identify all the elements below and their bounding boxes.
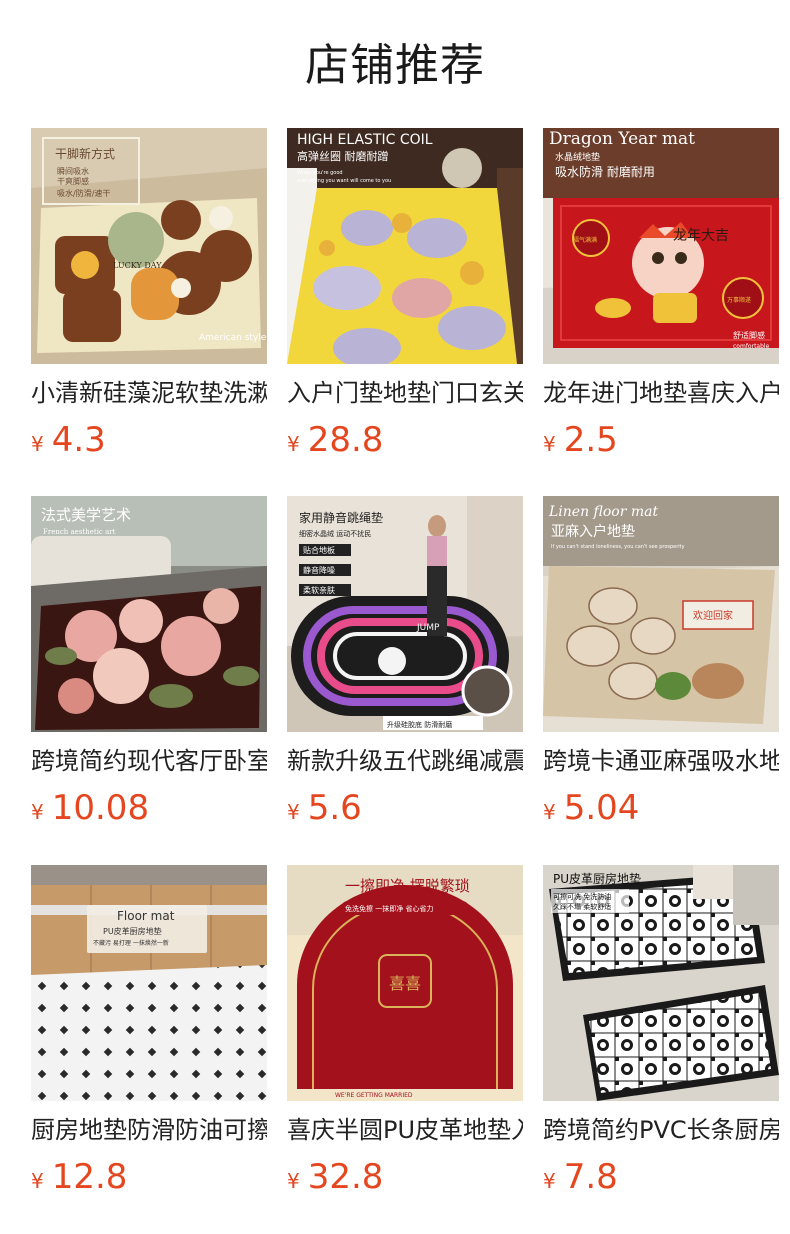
product-image[interactable]: PU皮革厨房地垫 可擦可洗 免洗防油 久踩不塌 柔软舒适 <box>543 865 779 1101</box>
image-text: Floor mat <box>117 909 175 923</box>
image-text: 柔软亲肤 <box>303 585 335 595</box>
image-text: 干脚新方式 <box>55 146 115 161</box>
price-value: 4.3 <box>51 420 106 460</box>
product-image[interactable]: Linen floor mat 亚麻入户地垫 If you can't stan… <box>543 496 779 732</box>
image-text: JUMP <box>416 623 440 633</box>
product-image[interactable]: 法式美学艺术 French aesthetic art <box>31 496 267 732</box>
image-text: French aesthetic art <box>43 528 116 536</box>
image-text: 吸水防滑 耐磨耐用 <box>555 164 655 179</box>
product-name[interactable]: 厨房地垫防滑防油可擦免洗 <box>31 1113 267 1147</box>
product-image[interactable]: 家用静音跳绳垫 细密水晶绒 运动不扰民 贴合地板 静音降噪 柔软亲肤 JUMP … <box>287 496 523 732</box>
image-text: 升级硅胶底 防滑耐磨 <box>387 720 452 729</box>
product-price: ¥2.5 <box>543 418 618 462</box>
product-card[interactable]: 家用静音跳绳垫 细密水晶绒 运动不扰民 贴合地板 静音降噪 柔软亲肤 JUMP … <box>287 496 523 836</box>
currency-symbol: ¥ <box>543 1169 556 1193</box>
price-value: 32.8 <box>307 1157 384 1197</box>
price-value: 7.8 <box>563 1157 618 1197</box>
currency-symbol: ¥ <box>287 432 300 456</box>
product-price: ¥32.8 <box>287 1155 383 1199</box>
image-text: When you're good <box>297 170 343 176</box>
image-text: HIGH ELASTIC COIL <box>297 132 433 148</box>
image-text: 吸水/防滑/速干 <box>57 188 110 198</box>
image-text: 法式美学艺术 <box>41 506 131 524</box>
product-card[interactable]: Floor mat PU皮革厨房地垫 不藏污 易打理 一抹焕然一新 厨房地垫防滑… <box>31 865 267 1205</box>
product-card[interactable]: PU皮革厨房地垫 可擦可洗 免洗防油 久踩不塌 柔软舒适 跨境简约PVC长条厨房… <box>543 865 779 1205</box>
image-text: 细密水晶绒 运动不扰民 <box>299 529 371 538</box>
image-text: PU皮革厨房地垫 <box>553 871 641 886</box>
price-value: 5.6 <box>307 788 362 828</box>
currency-symbol: ¥ <box>31 800 44 824</box>
currency-symbol: ¥ <box>543 432 556 456</box>
product-price: ¥5.6 <box>287 786 362 830</box>
currency-symbol: ¥ <box>287 800 300 824</box>
image-text: 免洗免擦 一抹即净 省心省力 <box>345 904 433 913</box>
product-name[interactable]: 新款升级五代跳绳减震垫 <box>287 744 523 778</box>
price-value: 2.5 <box>563 420 618 460</box>
product-name[interactable]: 喜庆半圆PU皮革地垫入户 <box>287 1113 523 1147</box>
image-text: Linen floor mat <box>548 504 659 520</box>
image-text: 瞬间吸水 <box>57 166 89 176</box>
image-text: PU皮革厨房地垫 <box>103 926 162 936</box>
product-name[interactable]: 龙年进门地垫喜庆入户门垫 <box>543 376 779 410</box>
product-price: ¥10.08 <box>31 786 149 830</box>
product-price: ¥28.8 <box>287 418 383 462</box>
product-card[interactable]: Linen floor mat 亚麻入户地垫 If you can't stan… <box>543 496 779 836</box>
product-price: ¥5.04 <box>543 786 639 830</box>
price-value: 28.8 <box>307 420 384 460</box>
image-text: 龙年大吉 <box>673 228 729 244</box>
product-image[interactable]: 一擦即净 摆脱繁琐 免洗免擦 一抹即净 省心省力 喜喜 WE'RE GETTIN… <box>287 865 523 1101</box>
image-text: 家用静音跳绳垫 <box>299 510 383 525</box>
price-value: 12.8 <box>51 1157 128 1197</box>
product-image[interactable]: HIGH ELASTIC COIL 高弹丝圈 耐磨耐蹭 When you're … <box>287 128 523 364</box>
image-text: 亚麻入户地垫 <box>551 523 635 540</box>
image-text: WE'RE GETTING MARRIED <box>335 1092 413 1099</box>
currency-symbol: ¥ <box>31 432 44 456</box>
product-card[interactable]: 一擦即净 摆脱繁琐 免洗免擦 一抹即净 省心省力 喜喜 WE'RE GETTIN… <box>287 865 523 1205</box>
product-image[interactable]: Floor mat PU皮革厨房地垫 不藏污 易打理 一抹焕然一新 <box>31 865 267 1101</box>
product-price: ¥7.8 <box>543 1155 618 1199</box>
currency-symbol: ¥ <box>287 1169 300 1193</box>
image-text: 水晶绒地垫 <box>555 151 600 163</box>
product-name[interactable]: 入户门垫地垫门口玄关地毯 <box>287 376 523 410</box>
image-text: 久踩不塌 柔软舒适 <box>553 902 611 911</box>
image-text: LUCKY DAY <box>113 261 162 270</box>
product-name[interactable]: 小清新硅藻泥软垫洗漱台防水垫 <box>31 376 267 410</box>
image-text: 万事顺遂 <box>727 296 751 304</box>
product-price: ¥4.3 <box>31 418 106 462</box>
currency-symbol: ¥ <box>31 1169 44 1193</box>
image-text: American style <box>199 333 267 343</box>
product-card[interactable]: 干脚新方式 瞬间吸水 干爽脚感 吸水/防滑/速干 LUCKY DAY Ameri… <box>31 128 267 468</box>
image-text: 欢迎回家 <box>693 609 733 622</box>
image-text: 福气满满 <box>573 236 597 244</box>
product-card[interactable]: 法式美学艺术 French aesthetic art 跨境简约现代客厅卧室地毯… <box>31 496 267 836</box>
price-value: 10.08 <box>51 788 150 828</box>
product-name[interactable]: 跨境卡通亚麻强吸水地垫 <box>543 744 779 778</box>
image-text: comfortable <box>733 343 770 350</box>
product-name[interactable]: 跨境简约现代客厅卧室地毯 <box>31 744 267 778</box>
image-text: 高弹丝圈 耐磨耐蹭 <box>297 149 389 163</box>
image-text: 喜喜 <box>389 974 421 993</box>
image-text: 干爽脚感 <box>57 176 89 186</box>
image-text: 一擦即净 摆脱繁琐 <box>345 877 470 895</box>
product-image[interactable]: Dragon Year mat 水晶绒地垫 吸水防滑 耐磨耐用 龙年大吉 福气满… <box>543 128 779 364</box>
currency-symbol: ¥ <box>543 800 556 824</box>
image-text: 可擦可洗 免洗防油 <box>553 892 611 901</box>
product-card[interactable]: HIGH ELASTIC COIL 高弹丝圈 耐磨耐蹭 When you're … <box>287 128 523 468</box>
product-grid: 干脚新方式 瞬间吸水 干爽脚感 吸水/防滑/速干 LUCKY DAY Ameri… <box>0 0 790 1234</box>
image-text: 贴合地板 <box>303 545 335 555</box>
product-price: ¥12.8 <box>31 1155 127 1199</box>
image-text: Dragon Year mat <box>549 129 695 149</box>
product-image[interactable]: 干脚新方式 瞬间吸水 干爽脚感 吸水/防滑/速干 LUCKY DAY Ameri… <box>31 128 267 364</box>
product-name[interactable]: 跨境简约PVC长条厨房地垫 <box>543 1113 779 1147</box>
image-text: 静音降噪 <box>303 565 335 575</box>
product-card[interactable]: Dragon Year mat 水晶绒地垫 吸水防滑 耐磨耐用 龙年大吉 福气满… <box>543 128 779 468</box>
price-value: 5.04 <box>563 788 640 828</box>
image-text: 舒适脚感 <box>733 330 765 340</box>
image-text: 不藏污 易打理 一抹焕然一新 <box>93 939 169 947</box>
image-text: everything you want will come to you <box>297 178 391 184</box>
image-text: If you can't stand loneliness, you can't… <box>551 544 685 550</box>
